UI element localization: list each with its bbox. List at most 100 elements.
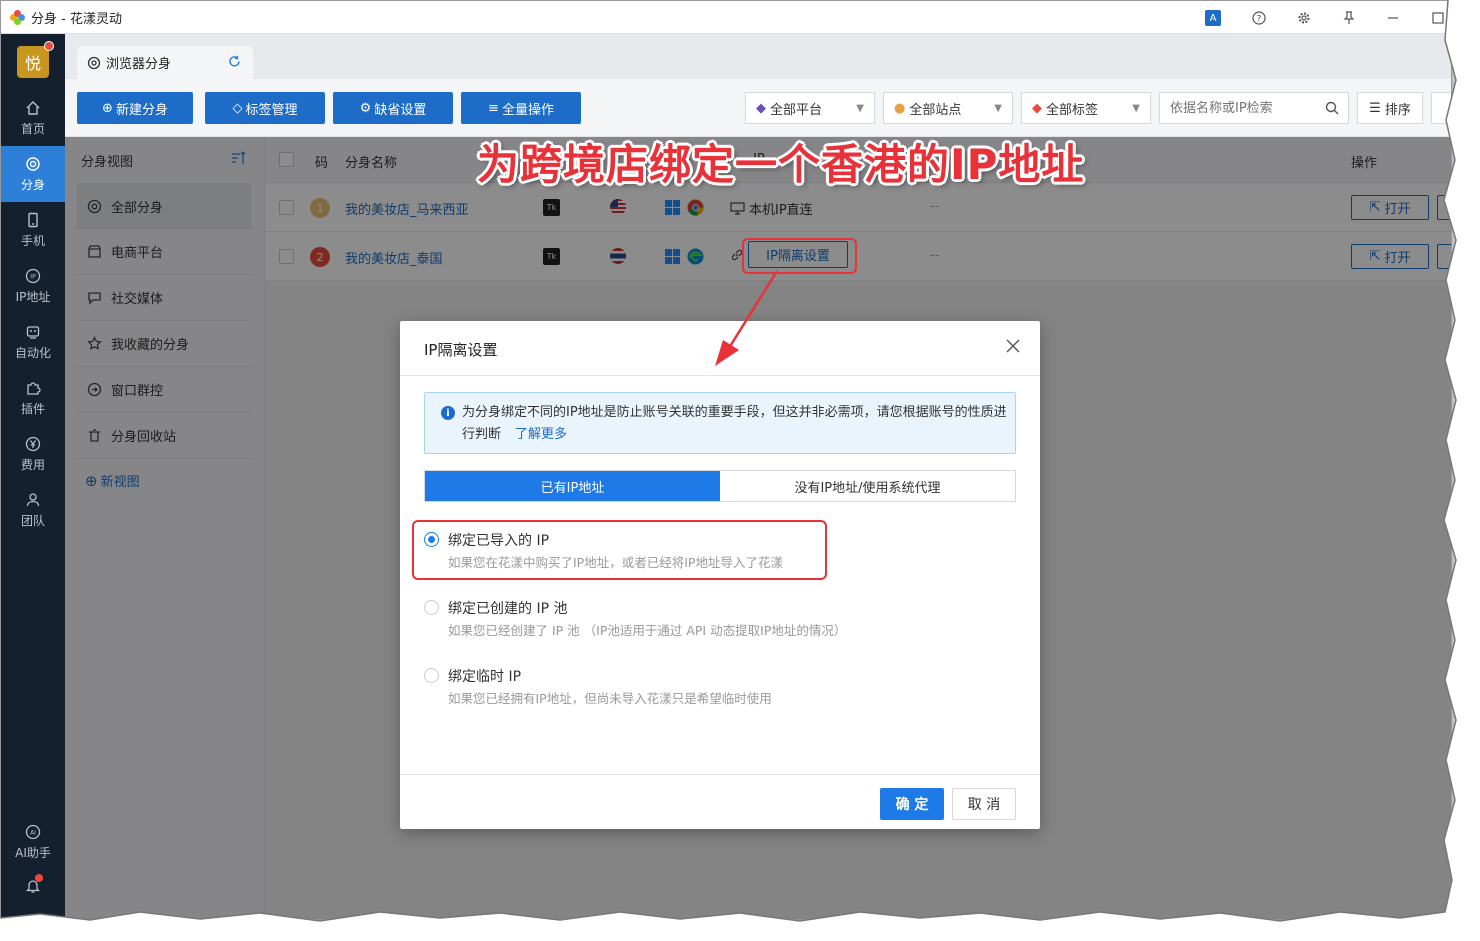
cancel-button[interactable]: 取 消 xyxy=(952,788,1016,820)
phone-icon xyxy=(28,212,38,227)
annotation-highlight-option xyxy=(412,520,827,580)
tag-filter[interactable]: ◆ 全部标签 ▼ xyxy=(1021,92,1151,124)
platform-filter[interactable]: ◆ 全部平台 ▼ xyxy=(745,92,875,124)
annotation-caption: 为跨境店绑定一个香港的IP地址 xyxy=(477,140,1085,189)
svg-text:?: ? xyxy=(1257,15,1262,25)
ai-icon: AI xyxy=(25,824,41,839)
filter-label: 全部站点 xyxy=(909,102,962,118)
browser-icon xyxy=(26,156,40,171)
search-icon[interactable] xyxy=(1317,93,1347,123)
dialog-footer: 确 定 取 消 xyxy=(400,774,1040,829)
nav-team[interactable]: 团队 xyxy=(1,482,65,538)
button-label: 排序 xyxy=(1384,102,1411,118)
nav-label: 手机 xyxy=(20,233,45,248)
info-text-block: 为分身绑定不同的IP地址是防止账号关联的重要手段，但这并非必需项，请您根据账号的… xyxy=(462,402,1007,446)
more-options-button[interactable] xyxy=(1431,92,1451,124)
tab-browser-profiles[interactable]: 浏览器分身 xyxy=(77,46,253,79)
button-label: 标签管理 xyxy=(245,102,298,118)
app-logo-icon xyxy=(10,9,25,25)
avatar[interactable]: 悦 xyxy=(17,46,49,78)
left-navigation: 悦 首页 分身 手机 IP IP地址 自动化 插件 费用 团队 AI AI助手 xyxy=(1,34,65,919)
tab-bar: 浏览器分身 xyxy=(65,34,1451,79)
team-icon xyxy=(26,492,40,506)
button-label: 新建分身 xyxy=(115,102,168,118)
learn-more-link[interactable]: 了解更多 xyxy=(515,427,567,442)
tab-existing-ip[interactable]: 已有IP地址 xyxy=(425,471,720,501)
layers-icon: ◆ xyxy=(756,100,766,116)
sort-button[interactable]: ☰ 排序 xyxy=(1357,92,1423,124)
nav-label: IP地址 xyxy=(15,289,51,304)
bell-icon[interactable] xyxy=(25,874,43,896)
browser-icon xyxy=(87,56,101,69)
robot-icon xyxy=(26,325,40,339)
nav-label: 费用 xyxy=(20,457,45,472)
nav-label: 自动化 xyxy=(14,345,51,360)
filter-label: 全部平台 xyxy=(770,102,823,118)
notification-dot xyxy=(44,41,54,51)
button-label: 缺省设置 xyxy=(374,102,427,118)
nav-ip[interactable]: IP IP地址 xyxy=(1,258,65,314)
info-icon: i xyxy=(441,406,455,420)
bulk-operations-button[interactable]: ≡ 全量操作 xyxy=(461,92,581,124)
nav-automation[interactable]: 自动化 xyxy=(1,314,65,370)
tag-icon: ◆ xyxy=(1032,100,1042,116)
pin-icon[interactable] xyxy=(1340,9,1358,27)
nav-label: AI助手 xyxy=(15,845,51,860)
nav-label: 分身 xyxy=(20,177,45,192)
tab-label: 浏览器分身 xyxy=(106,57,172,72)
gear-icon: ⚙ xyxy=(359,100,372,116)
yen-icon xyxy=(25,436,41,451)
tab-no-ip-system-proxy[interactable]: 没有IP地址/使用系统代理 xyxy=(720,471,1015,501)
option-title: 绑定已创建的 IP 池 xyxy=(448,601,568,617)
chevron-down-icon: ▼ xyxy=(994,102,1002,114)
nav-label: 首页 xyxy=(20,121,45,136)
option-title: 绑定临时 IP xyxy=(448,669,522,685)
ip-mode-tabs: 已有IP地址 没有IP地址/使用系统代理 xyxy=(424,470,1016,502)
site-filter[interactable]: ● 全部站点 ▼ xyxy=(883,92,1013,124)
new-profile-button[interactable]: ⊕ 新建分身 xyxy=(77,92,193,124)
user-icon: ● xyxy=(894,100,906,116)
annotation-arrow-icon xyxy=(715,270,779,366)
button-label: 全量操作 xyxy=(501,102,554,118)
close-icon[interactable] xyxy=(1006,336,1020,356)
help-icon[interactable]: ? xyxy=(1250,9,1268,27)
nav-home[interactable]: 首页 xyxy=(1,90,65,146)
option-description: 如果您已经拥有IP地址，但尚未导入花漾只是希望临时使用 xyxy=(448,691,772,706)
notification-dot xyxy=(35,874,43,882)
option-description: 如果您已经创建了 IP 池 （IP池适用于通过 API 动态提取IP地址的情况） xyxy=(448,623,847,638)
nav-plugins[interactable]: 插件 xyxy=(1,370,65,426)
title-bar: 分身 - 花漾灵动 A ? xyxy=(1,1,1451,34)
nav-billing[interactable]: 费用 xyxy=(1,426,65,482)
chevron-down-icon: ▼ xyxy=(1132,102,1140,114)
window-title: 分身 - 花漾灵动 xyxy=(31,11,122,27)
nav-phone[interactable]: 手机 xyxy=(1,202,65,258)
toolbar: ⊕ 新建分身 ◇ 标签管理 ⚙ 缺省设置 ≡ 全量操作 ◆ 全部平台 ▼ ● 全部站点 ▼ ◆ 全… xyxy=(65,79,1451,137)
sort-icon: ☰ xyxy=(1369,100,1381,116)
plus-circle-icon: ⊕ xyxy=(102,100,113,116)
radio-button[interactable] xyxy=(424,600,439,615)
info-alert: i 为分身绑定不同的IP地址是防止账号关联的重要手段，但这并非必需项，请您根据账… xyxy=(424,392,1016,454)
app-window: 分身 - 花漾灵动 A ? 悦 首页 分身 手机 IP IP地址 自动化 插件 … xyxy=(0,0,1452,920)
menu-icon: ≡ xyxy=(488,100,499,116)
svg-text:IP: IP xyxy=(30,273,36,280)
refresh-icon[interactable] xyxy=(228,55,241,72)
nav-label: 插件 xyxy=(20,401,45,416)
nav-profiles[interactable]: 分身 xyxy=(1,146,65,202)
puzzle-icon xyxy=(27,381,41,395)
dialog-title: IP隔离设置 xyxy=(424,341,498,359)
chevron-down-icon: ▼ xyxy=(856,102,864,114)
translate-icon[interactable]: A xyxy=(1205,10,1221,26)
default-settings-button[interactable]: ⚙ 缺省设置 xyxy=(333,92,453,124)
confirm-button[interactable]: 确 定 xyxy=(880,788,944,820)
maximize-icon[interactable] xyxy=(1429,9,1447,27)
nav-label: 团队 xyxy=(20,513,45,528)
svg-text:AI: AI xyxy=(30,829,36,836)
tag-management-button[interactable]: ◇ 标签管理 xyxy=(205,92,325,124)
nav-ai-assistant[interactable]: AI AI助手 xyxy=(1,814,65,870)
settings-gear-icon[interactable] xyxy=(1295,9,1313,27)
minimize-icon[interactable] xyxy=(1384,9,1402,27)
ip-icon: IP xyxy=(25,268,41,283)
tag-icon: ◇ xyxy=(232,100,243,116)
home-icon xyxy=(26,100,40,115)
radio-button[interactable] xyxy=(424,668,439,683)
